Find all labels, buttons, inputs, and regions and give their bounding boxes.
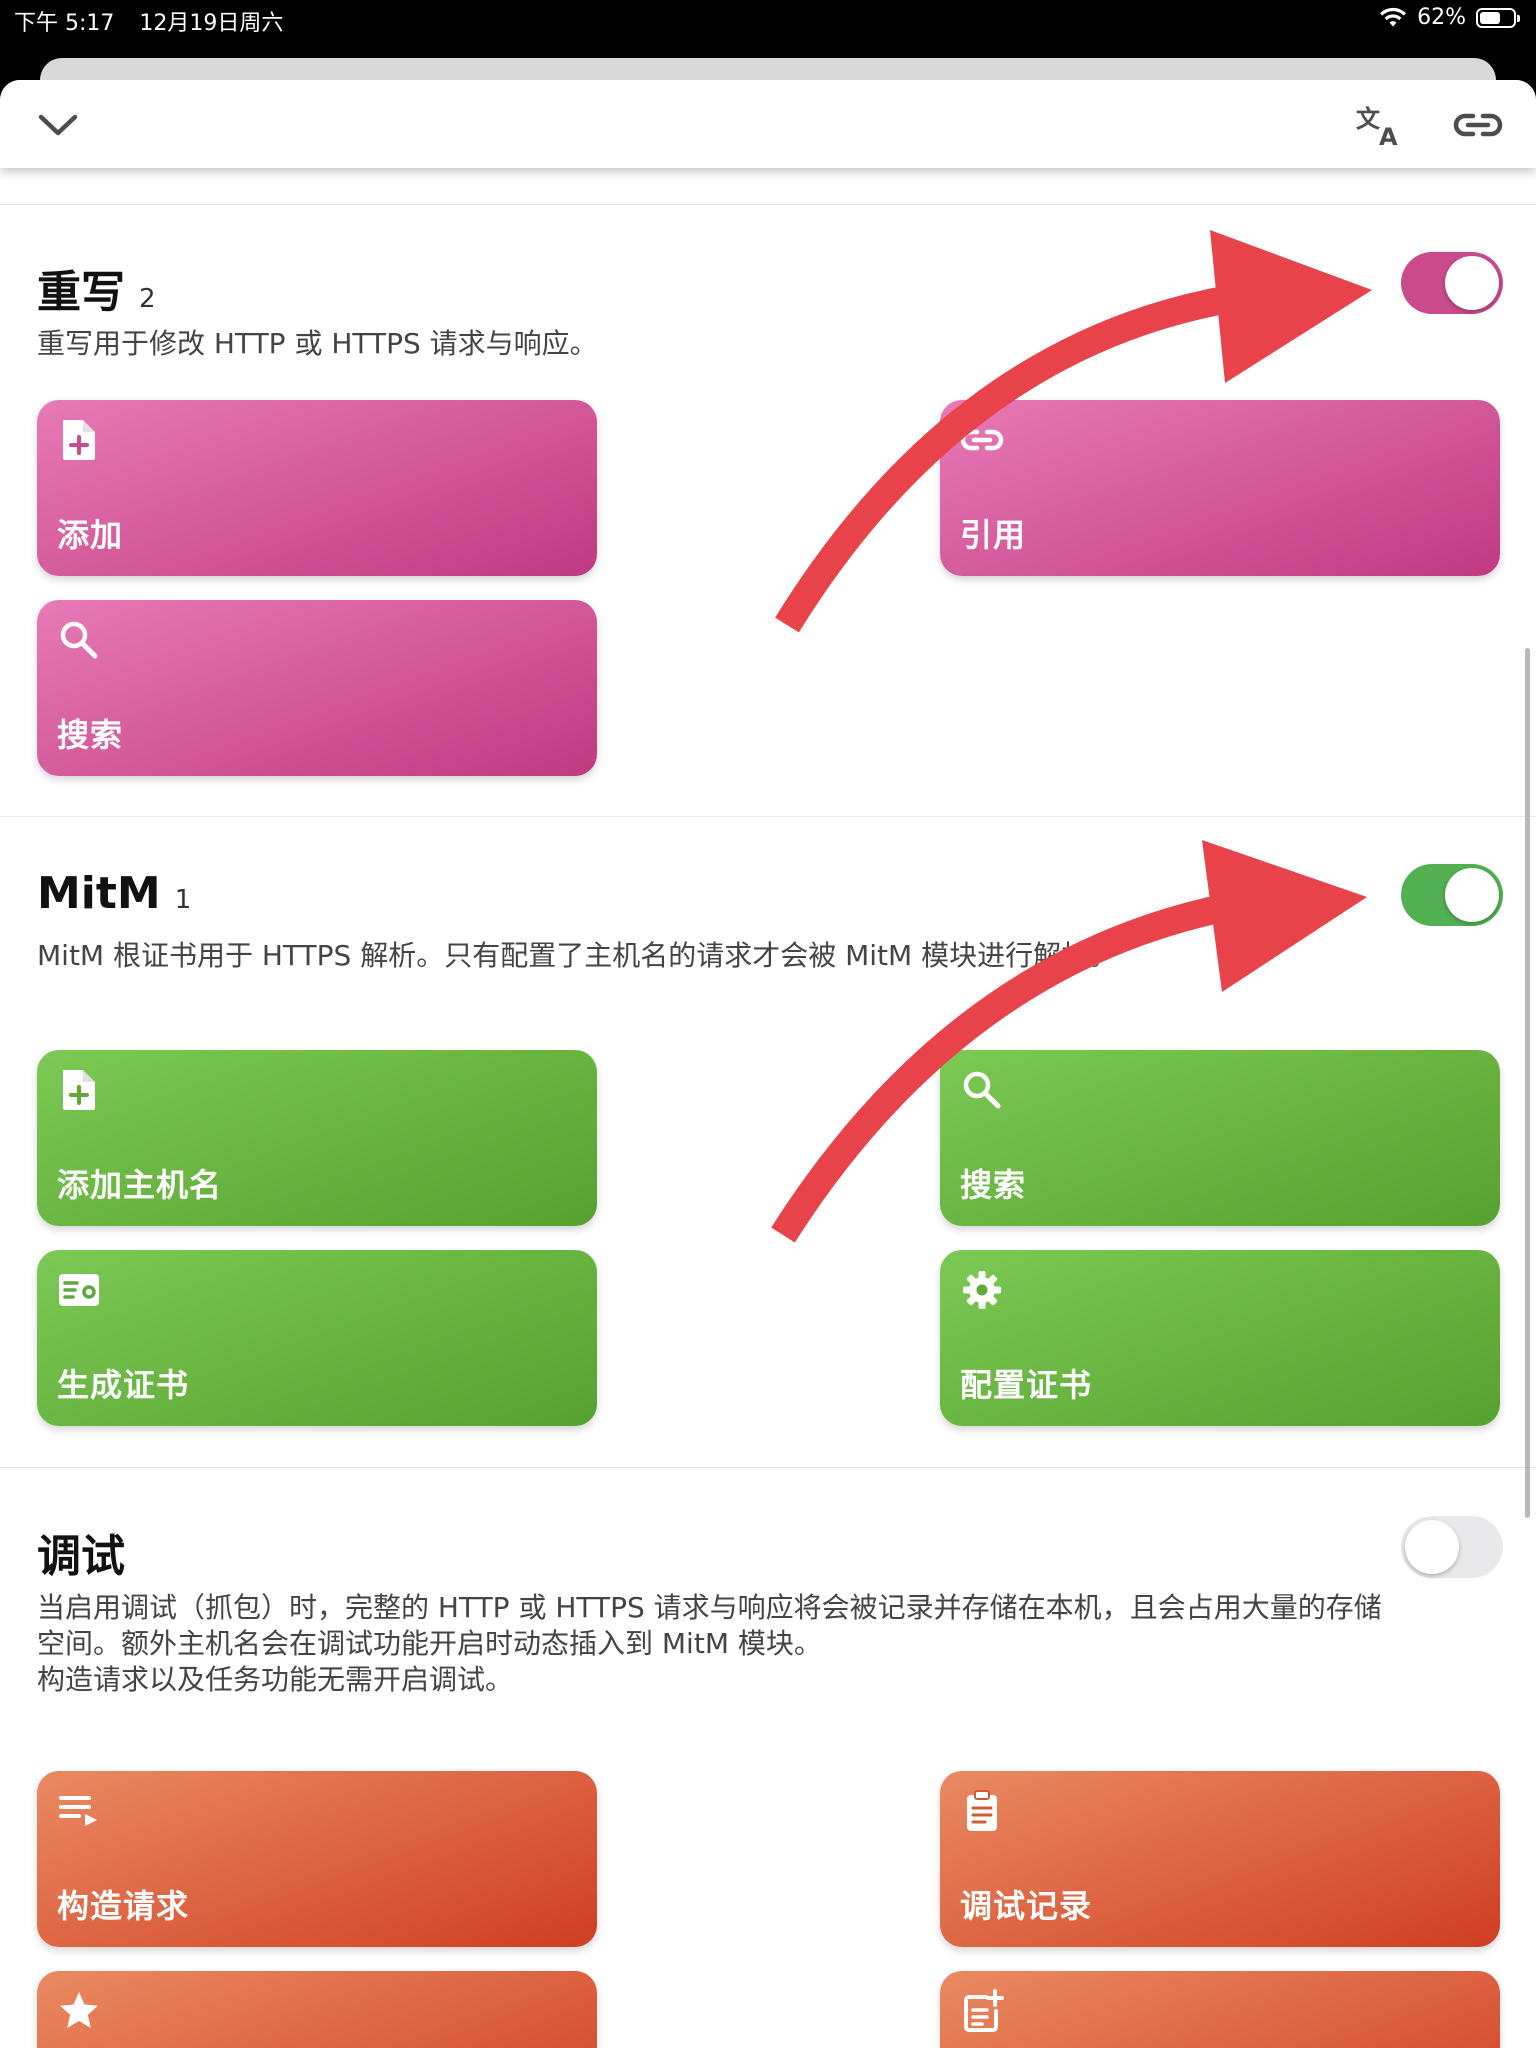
mitm-configure-cert-label: 配置证书	[960, 1366, 1093, 1404]
debug-compose-request-button[interactable]: 构造请求	[37, 1771, 597, 1947]
toggle-knob	[1445, 868, 1499, 922]
mitm-toggle[interactable]	[1401, 864, 1503, 926]
mitm-count: 1	[174, 885, 192, 915]
file-add-icon	[63, 1070, 95, 1110]
rewrite-search-label: 搜索	[57, 716, 124, 754]
debug-records-button[interactable]: 调试记录	[940, 1771, 1500, 1947]
rewrite-count: 2	[139, 284, 156, 314]
battery-icon	[1476, 7, 1520, 28]
debug-description-line-1: 当启用调试（抓包）时，完整的 HTTP 或 HTTPS 请求与响应将会被记录并存…	[37, 1591, 1382, 1624]
rewrite-title: 重写 2	[37, 256, 156, 320]
rewrite-reference-button[interactable]: 引用	[940, 400, 1500, 576]
mitm-title-text: MitM	[37, 868, 161, 919]
scroll-indicator[interactable]	[1525, 648, 1530, 1518]
translate-icon: 文 A	[1356, 105, 1398, 149]
status-date: 12月19日周六	[139, 11, 284, 36]
certificate-icon	[59, 1274, 99, 1306]
mitm-add-hostname-label: 添加主机名	[57, 1166, 223, 1204]
translate-button[interactable]: 文 A	[1353, 100, 1403, 150]
mitm-search-button[interactable]: 搜索	[940, 1050, 1500, 1226]
debug-toggle[interactable]	[1401, 1516, 1503, 1578]
wifi-icon	[1380, 7, 1407, 26]
status-left: 下午 5:17 12月19日周六	[14, 5, 301, 37]
toggle-knob	[1405, 1520, 1459, 1574]
rewrite-description: 重写用于修改 HTTP 或 HTTPS 请求与响应。	[37, 327, 598, 360]
link-icon	[1453, 113, 1503, 137]
debug-favorites-button[interactable]	[37, 1971, 597, 2048]
mitm-configure-cert-button[interactable]: 配置证书	[940, 1250, 1500, 1426]
note-add-icon	[964, 1989, 1004, 2032]
debug-description: 当启用调试（抓包）时，完整的 HTTP 或 HTTPS 请求与响应将会被记录并存…	[37, 1590, 1507, 1698]
nav-bar: 文 A	[0, 80, 1536, 168]
settings-sheet: 文 A 重写 2 重写用于修改 HTTP 或 HTTPS 请求与响应。 添加 引用	[0, 80, 1536, 2048]
mitm-generate-cert-button[interactable]: 生成证书	[37, 1250, 597, 1426]
chevron-down-icon	[38, 114, 78, 136]
star-icon	[60, 1992, 98, 2028]
status-right: 62%	[1379, 5, 1520, 30]
search-icon	[963, 1071, 1001, 1109]
divider-mitm	[0, 1467, 1536, 1468]
clipboard-icon	[967, 1790, 997, 1831]
rewrite-search-button[interactable]: 搜索	[37, 600, 597, 776]
svg-text:文: 文	[1356, 105, 1381, 133]
svg-text:A: A	[1379, 123, 1398, 149]
status-bar: 下午 5:17 12月19日周六 62%	[0, 0, 1536, 40]
divider-rewrite	[0, 816, 1536, 817]
link-icon	[960, 429, 1004, 451]
playlist-icon	[59, 1796, 97, 1826]
debug-description-line-3: 构造请求以及任务功能无需开启调试。	[37, 1663, 514, 1696]
mitm-generate-cert-label: 生成证书	[57, 1366, 190, 1404]
mitm-description: MitM 根证书用于 HTTPS 解析。只有配置了主机名的请求才会被 MitM …	[37, 939, 1118, 972]
debug-title-text: 调试	[37, 1531, 125, 1582]
mitm-add-hostname-button[interactable]: 添加主机名	[37, 1050, 597, 1226]
link-button[interactable]	[1453, 100, 1503, 150]
rewrite-title-text: 重写	[37, 267, 125, 318]
rewrite-toggle[interactable]	[1401, 252, 1503, 314]
collapse-button[interactable]	[33, 100, 83, 150]
debug-compose-request-label: 构造请求	[57, 1887, 190, 1925]
status-time: 下午 5:17	[14, 11, 115, 36]
search-icon	[60, 621, 98, 659]
rewrite-reference-label: 引用	[960, 516, 1027, 554]
gear-icon	[963, 1271, 1001, 1309]
rewrite-add-label: 添加	[57, 516, 124, 554]
debug-new-task-button[interactable]	[940, 1971, 1500, 2048]
battery-tip	[1517, 14, 1520, 22]
mitm-search-label: 搜索	[960, 1166, 1027, 1204]
battery-level	[1480, 11, 1500, 24]
battery-percent: 62%	[1417, 5, 1466, 30]
toggle-knob	[1445, 256, 1499, 310]
rewrite-add-button[interactable]: 添加	[37, 400, 597, 576]
debug-records-label: 调试记录	[960, 1887, 1093, 1925]
mitm-title: MitM 1	[37, 868, 191, 919]
file-add-icon	[63, 420, 95, 460]
debug-description-line-2: 空间。额外主机名会在调试功能开启时动态插入到 MitM 模块。	[37, 1627, 822, 1660]
debug-title: 调试	[37, 1520, 125, 1584]
divider-top	[0, 204, 1536, 205]
